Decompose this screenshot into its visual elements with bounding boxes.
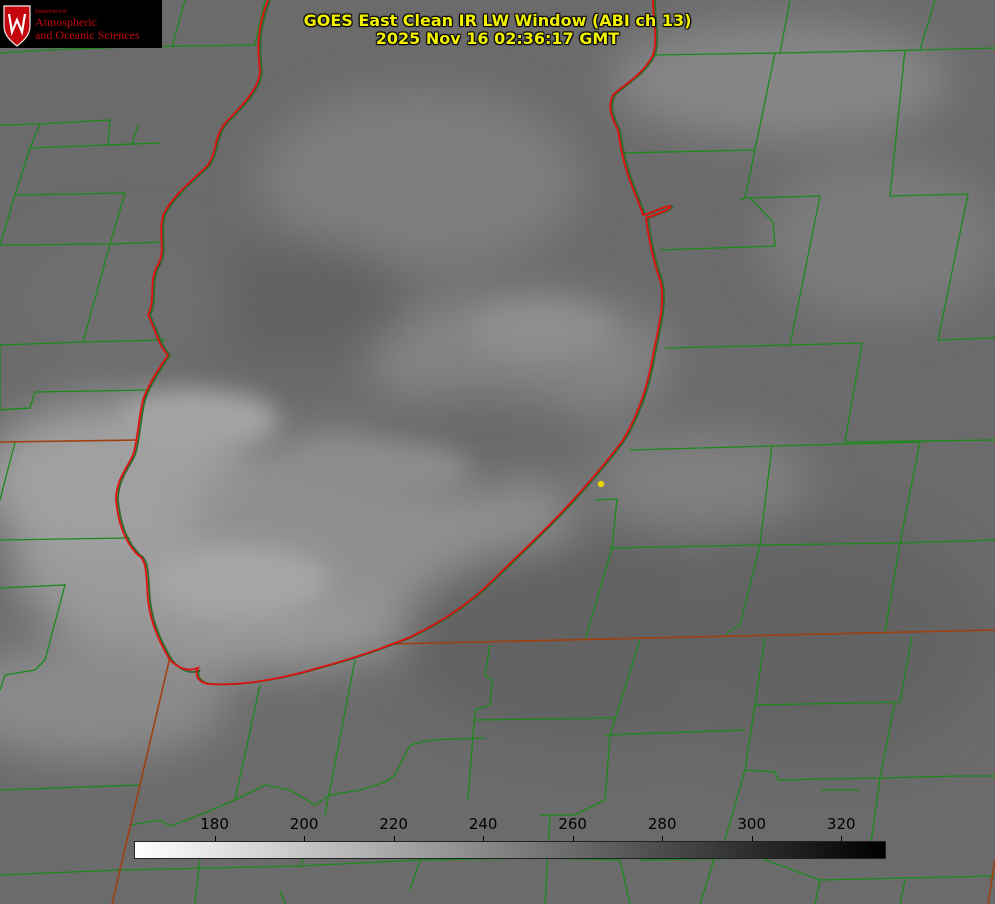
- image-title: GOES East Clean IR LW Window (ABI ch 13): [303, 11, 692, 30]
- colorbar-tick-label: 220: [379, 815, 408, 833]
- colorbar-tick-mark: [841, 836, 843, 841]
- colorbar-tick-label: 240: [468, 815, 498, 833]
- colorbar-tick-mark: [572, 836, 574, 841]
- colorbar-tick-mark: [304, 836, 306, 841]
- location-marker: [597, 480, 605, 488]
- colorbar-tick-mark: [483, 836, 485, 841]
- colorbar-tick-mark: [214, 836, 216, 841]
- colorbar-tick-label: 280: [647, 815, 677, 833]
- colorbar-tick-label: 260: [558, 815, 587, 833]
- colorbar-tick-label: 180: [200, 815, 229, 833]
- colorbar-tick-mark: [393, 836, 395, 841]
- colorbar: [134, 841, 886, 859]
- satellite-image-viewer: Department of Atmospheric and Oceanic Sc…: [0, 0, 995, 904]
- satellite-map: [0, 0, 995, 904]
- colorbar-tick-mark: [662, 836, 664, 841]
- image-timestamp: 2025 Nov 16 02:36:17 GMT: [375, 29, 620, 48]
- colorbar-tick-mark: [751, 836, 753, 841]
- colorbar-tick-label: 200: [289, 815, 319, 833]
- colorbar-tick-label: 320: [826, 815, 856, 833]
- colorbar-tick-label: 300: [737, 815, 767, 833]
